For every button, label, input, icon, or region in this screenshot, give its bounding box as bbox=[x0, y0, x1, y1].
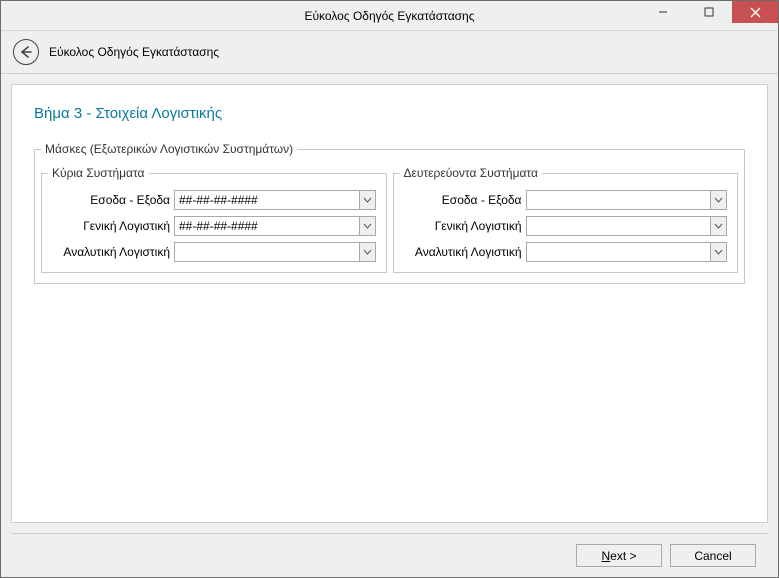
secondary-general-accounting-label: Γενική Λογιστική bbox=[404, 219, 522, 233]
step-title: Βήμα 3 - Στοιχεία Λογιστικής bbox=[34, 105, 745, 122]
primary-general-accounting-combo[interactable] bbox=[174, 216, 376, 236]
close-button[interactable] bbox=[732, 1, 778, 23]
primary-income-expense-combo[interactable] bbox=[174, 190, 376, 210]
secondary-systems-legend: Δευτερεύοντα Συστήματα bbox=[400, 166, 542, 180]
secondary-analytical-accounting-label: Αναλυτική Λογιστική bbox=[404, 245, 522, 259]
primary-systems-fieldset: Κύρια Συστήματα Εσοδα - Εξοδα Γενική Λογ… bbox=[41, 166, 387, 273]
secondary-systems-fieldset: Δευτερεύοντα Συστήματα Εσοδα - Εξοδα Γεν… bbox=[393, 166, 739, 273]
next-button[interactable]: Next > bbox=[576, 544, 662, 567]
back-button[interactable] bbox=[13, 39, 39, 65]
wizard-page: Βήμα 3 - Στοιχεία Λογιστικής Μάσκες (Εξω… bbox=[11, 84, 768, 523]
primary-form: Εσοδα - Εξοδα Γενική Λογιστική bbox=[48, 186, 380, 264]
primary-analytical-accounting-combo[interactable] bbox=[174, 242, 376, 262]
wizard-window: Εύκολος Οδηγός Εγκατάστασης Εύκολος Οδηγ… bbox=[0, 0, 779, 578]
primary-general-accounting-label: Γενική Λογιστική bbox=[52, 219, 170, 233]
arrow-left-icon bbox=[19, 45, 33, 59]
secondary-analytical-accounting-input[interactable] bbox=[526, 242, 711, 262]
secondary-income-expense-label: Εσοδα - Εξοδα bbox=[404, 193, 522, 207]
masks-legend: Μάσκες (Εξωτερικών Λογιστικών Συστημάτων… bbox=[41, 142, 297, 156]
secondary-general-accounting-combo[interactable] bbox=[526, 216, 728, 236]
minimize-button[interactable] bbox=[640, 1, 686, 23]
chevron-down-icon[interactable] bbox=[710, 216, 727, 236]
primary-income-expense-label: Εσοδα - Εξοδα bbox=[52, 193, 170, 207]
primary-income-expense-input[interactable] bbox=[174, 190, 359, 210]
header-strip: Εύκολος Οδηγός Εγκατάστασης bbox=[1, 31, 778, 74]
secondary-form: Εσοδα - Εξοδα Γενική Λογιστική bbox=[400, 186, 732, 264]
wizard-footer: Next > Cancel bbox=[11, 533, 768, 577]
chevron-down-icon[interactable] bbox=[710, 190, 727, 210]
chevron-down-icon[interactable] bbox=[359, 190, 376, 210]
chevron-down-icon[interactable] bbox=[359, 242, 376, 262]
secondary-income-expense-input[interactable] bbox=[526, 190, 711, 210]
chevron-down-icon[interactable] bbox=[359, 216, 376, 236]
titlebar: Εύκολος Οδηγός Εγκατάστασης bbox=[1, 1, 778, 31]
primary-analytical-accounting-input[interactable] bbox=[174, 242, 359, 262]
cancel-button[interactable]: Cancel bbox=[670, 544, 756, 567]
primary-general-accounting-input[interactable] bbox=[174, 216, 359, 236]
header-subtitle: Εύκολος Οδηγός Εγκατάστασης bbox=[49, 45, 219, 59]
maximize-button[interactable] bbox=[686, 1, 732, 23]
secondary-analytical-accounting-combo[interactable] bbox=[526, 242, 728, 262]
secondary-general-accounting-input[interactable] bbox=[526, 216, 711, 236]
systems-row: Κύρια Συστήματα Εσοδα - Εξοδα Γενική Λογ… bbox=[41, 166, 738, 273]
secondary-income-expense-combo[interactable] bbox=[526, 190, 728, 210]
window-controls bbox=[640, 1, 778, 30]
chevron-down-icon[interactable] bbox=[710, 242, 727, 262]
masks-fieldset: Μάσκες (Εξωτερικών Λογιστικών Συστημάτων… bbox=[34, 142, 745, 284]
content-area: Βήμα 3 - Στοιχεία Λογιστικής Μάσκες (Εξω… bbox=[1, 74, 778, 577]
primary-systems-legend: Κύρια Συστήματα bbox=[48, 166, 149, 180]
primary-analytical-accounting-label: Αναλυτική Λογιστική bbox=[52, 245, 170, 259]
